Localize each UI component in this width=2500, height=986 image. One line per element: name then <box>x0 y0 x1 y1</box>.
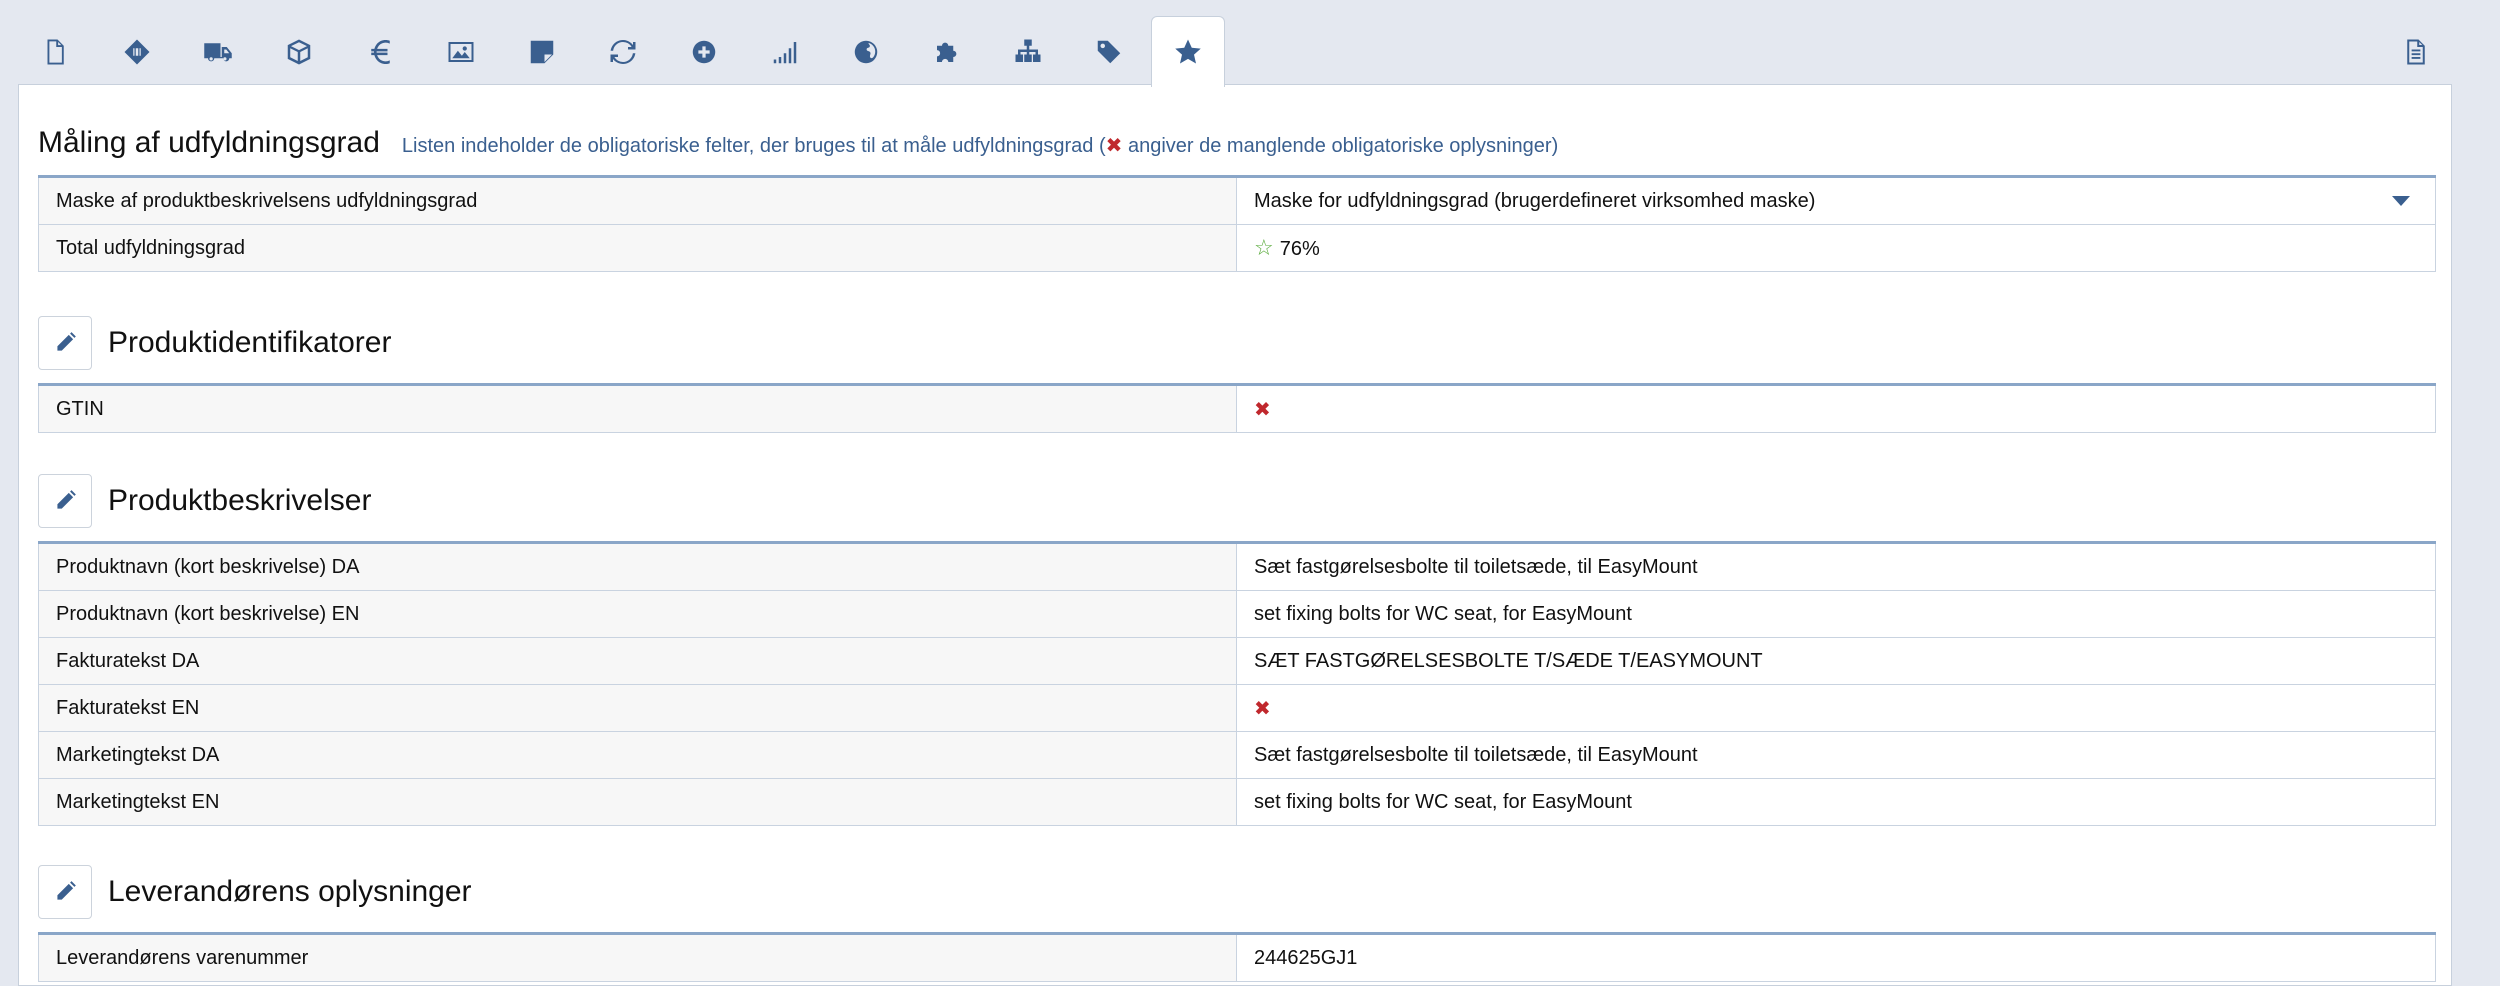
euro-icon <box>371 40 390 64</box>
row-value: Sæt fastgørelsesbolte til toiletsæde, ti… <box>1236 731 2436 779</box>
tab-datasheet[interactable] <box>2380 18 2452 86</box>
row-label: Fakturatekst EN <box>38 684 1237 732</box>
tab-prices[interactable] <box>344 18 416 86</box>
missing-mark-icon: ✖ <box>1254 697 1271 720</box>
mask-dropdown[interactable]: Maske for udfyldningsgrad (brugerdefiner… <box>1254 190 2418 213</box>
descriptions-table: Produktnavn (kort beskrivelse) DA Sæt fa… <box>38 541 2436 826</box>
subtitle-text-start: Listen indeholder de obligatoriske felte… <box>401 134 1106 157</box>
completeness-percent: 76% <box>1279 238 1320 260</box>
plus-circle-icon <box>692 40 716 64</box>
row-value: ✖ <box>1236 684 2436 732</box>
document-icon <box>47 39 64 65</box>
supplier-title: Leverandørens oplysninger <box>108 875 472 908</box>
sitemap-icon <box>1015 39 1041 62</box>
row-value: Sæt fastgørelsesbolte til toiletsæde, ti… <box>1236 542 2436 591</box>
edit-descriptions-button[interactable] <box>38 474 92 528</box>
table-row: GTIN ✖ <box>38 384 2436 433</box>
row-label: Maske af produktbeskrivelsens udfyldning… <box>38 176 1237 225</box>
tab-document[interactable] <box>19 18 91 86</box>
edit-supplier-button[interactable] <box>38 865 92 919</box>
tab-notes[interactable] <box>506 18 578 86</box>
row-label: Fakturatekst DA <box>38 637 1237 685</box>
barcode-tag-icon <box>124 39 150 65</box>
star-icon <box>1175 39 1201 64</box>
tab-logistics[interactable] <box>182 18 254 86</box>
content-panel: Måling af udfyldningsgrad Listen indehol… <box>18 84 2452 986</box>
tab-tags[interactable] <box>1073 18 1145 86</box>
star-outline-icon: ☆ <box>1254 235 1274 260</box>
row-label: Total udfyldningsgrad <box>38 224 1237 272</box>
tab-completeness[interactable] <box>1151 16 1225 87</box>
identifiers-header: Produktidentifikatorer <box>38 315 391 371</box>
tab-hierarchy[interactable] <box>992 18 1064 86</box>
table-row: Fakturatekst EN ✖ <box>38 684 2436 732</box>
list-document-icon <box>2407 39 2425 65</box>
puzzle-icon <box>937 42 957 62</box>
tab-packaging[interactable] <box>263 18 335 86</box>
completeness-mask-select[interactable]: Maske for udfyldningsgrad (brugerdefiner… <box>1236 176 2436 225</box>
image-icon <box>448 42 474 62</box>
tab-identifiers[interactable] <box>101 18 173 86</box>
tab-global[interactable] <box>830 18 902 86</box>
table-row: Produktnavn (kort beskrivelse) EN set fi… <box>38 590 2436 638</box>
completeness-title: Måling af udfyldningsgrad <box>38 126 380 159</box>
tab-images[interactable] <box>425 18 497 86</box>
tag-icon <box>1097 40 1121 64</box>
tab-bar <box>18 16 2452 87</box>
tab-sync[interactable] <box>587 18 659 86</box>
tab-components[interactable] <box>911 18 983 86</box>
row-value: set fixing bolts for WC seat, for EasyMo… <box>1236 778 2436 826</box>
missing-mark-icon: ✖ <box>1105 134 1123 157</box>
completeness-subtitle: Listen indeholder de obligatoriske felte… <box>402 133 1558 158</box>
refresh-icon <box>610 40 636 64</box>
identifiers-table: GTIN ✖ <box>38 383 2436 433</box>
table-row: Fakturatekst DA SÆT FASTGØRELSESBOLTE T/… <box>38 637 2436 685</box>
mask-selected-value: Maske for udfyldningsgrad (brugerdefiner… <box>1254 189 1816 212</box>
identifiers-title: Produktidentifikatorer <box>108 326 392 359</box>
supplier-header: Leverandørens oplysninger <box>38 864 472 920</box>
tab-add[interactable] <box>668 18 740 86</box>
completeness-header: Måling af udfyldningsgrad Listen indehol… <box>38 123 1558 163</box>
row-value: ✖ <box>1236 384 2436 433</box>
table-row: Maske af produktbeskrivelsens udfyldning… <box>38 176 2436 225</box>
note-icon <box>530 40 554 64</box>
table-row: Total udfyldningsgrad ☆ 76% <box>38 224 2436 272</box>
truck-icon <box>204 43 232 62</box>
row-value: set fixing bolts for WC seat, for EasyMo… <box>1236 590 2436 638</box>
signal-icon <box>773 42 797 64</box>
pencil-icon <box>57 881 76 900</box>
missing-mark-icon: ✖ <box>1254 398 1271 421</box>
row-value: SÆT FASTGØRELSESBOLTE T/SÆDE T/EASYMOUNT <box>1236 637 2436 685</box>
tab-statistics[interactable] <box>749 18 821 86</box>
supplier-table: Leverandørens varenummer 244625GJ1 <box>38 932 2436 982</box>
row-label: Marketingtekst DA <box>38 731 1237 779</box>
row-label: Marketingtekst EN <box>38 778 1237 826</box>
row-label: Produktnavn (kort beskrivelse) EN <box>38 590 1237 638</box>
chevron-down-icon <box>2392 196 2410 206</box>
descriptions-title: Produktbeskrivelser <box>108 484 372 517</box>
row-label: GTIN <box>38 384 1237 433</box>
pencil-icon <box>57 490 76 509</box>
row-label: Produktnavn (kort beskrivelse) DA <box>38 542 1237 591</box>
descriptions-header: Produktbeskrivelser <box>38 473 371 529</box>
total-completeness-value: ☆ 76% <box>1236 224 2436 272</box>
package-icon <box>287 39 311 65</box>
table-row: Marketingtekst DA Sæt fastgørelsesbolte … <box>38 731 2436 779</box>
globe-icon <box>854 40 878 64</box>
edit-identifiers-button[interactable] <box>38 316 92 370</box>
table-row: Produktnavn (kort beskrivelse) DA Sæt fa… <box>38 542 2436 591</box>
subtitle-text-end: angiver de manglende obligatoriske oplys… <box>1122 134 1559 157</box>
table-row: Marketingtekst EN set fixing bolts for W… <box>38 778 2436 826</box>
pencil-icon <box>57 332 76 351</box>
completeness-table: Maske af produktbeskrivelsens udfyldning… <box>38 175 2436 272</box>
